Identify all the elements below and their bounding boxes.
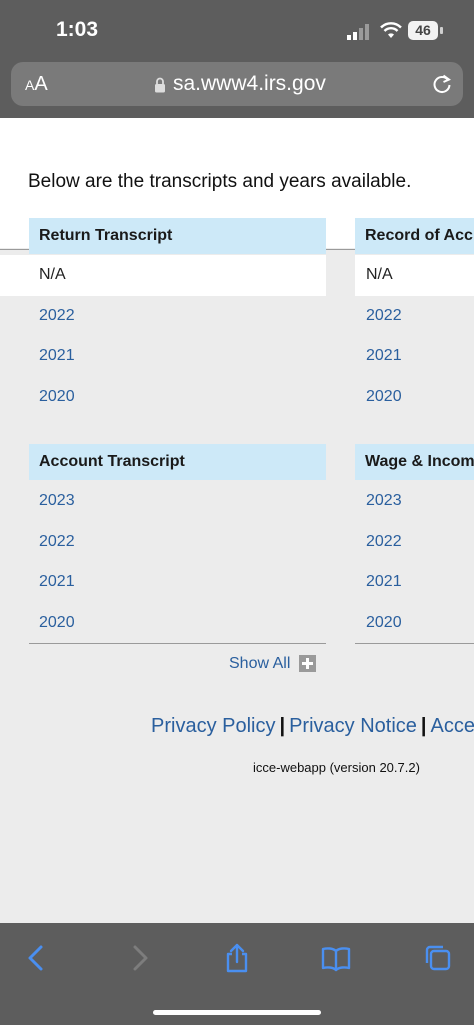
wage-income-row[interactable]: 2022 xyxy=(366,533,402,551)
share-icon[interactable] xyxy=(222,943,252,973)
record-of-account-row[interactable]: 2021 xyxy=(366,347,402,365)
link-separator: | xyxy=(279,715,286,737)
version-text: icce-webapp (version 20.7.2) xyxy=(253,760,420,775)
page-content: Below are the transcripts and years avai… xyxy=(0,118,474,923)
privacy-policy-link[interactable]: Privacy Policy xyxy=(151,715,275,737)
show-all-link[interactable]: Show All xyxy=(229,655,290,673)
tabs-icon[interactable] xyxy=(423,943,453,973)
forward-icon[interactable] xyxy=(124,943,154,973)
reload-icon[interactable] xyxy=(431,73,453,95)
bookmarks-icon[interactable] xyxy=(321,943,351,973)
wage-income-row[interactable]: 2021 xyxy=(366,573,402,591)
record-of-account-row: N/A xyxy=(366,266,393,283)
battery-icon xyxy=(440,27,443,34)
wage-income-row[interactable]: 2023 xyxy=(366,492,402,510)
return-transcript-row[interactable]: 2022 xyxy=(39,307,75,325)
account-transcript-row[interactable]: 2021 xyxy=(39,573,75,591)
divider xyxy=(355,643,474,644)
text-size-button[interactable]: AA xyxy=(25,73,48,96)
account-transcript-header: Account Transcript xyxy=(29,444,326,480)
plus-icon[interactable] xyxy=(299,655,316,672)
return-transcript-row: N/A xyxy=(39,266,66,283)
home-indicator xyxy=(153,1010,321,1015)
browser-toolbar xyxy=(0,923,474,1025)
wage-income-row[interactable]: 2020 xyxy=(366,614,402,632)
lock-icon xyxy=(155,77,165,93)
cellular-signal-icon xyxy=(347,24,369,40)
account-transcript-row[interactable]: 2022 xyxy=(39,533,75,551)
accessibility-link[interactable]: Access xyxy=(431,715,474,737)
record-of-account-header: Record of Acc xyxy=(355,218,474,254)
record-of-account-row[interactable]: 2020 xyxy=(366,388,402,406)
intro-text: Below are the transcripts and years avai… xyxy=(28,171,412,192)
link-separator: | xyxy=(420,715,427,737)
battery-level: 46 xyxy=(408,21,438,40)
return-transcript-row[interactable]: 2021 xyxy=(39,347,75,365)
account-transcript-row[interactable]: 2020 xyxy=(39,614,75,632)
divider xyxy=(29,643,326,644)
wifi-icon xyxy=(380,22,402,38)
url-text[interactable]: sa.www4.irs.gov xyxy=(173,72,326,96)
back-icon[interactable] xyxy=(22,943,52,973)
browser-top-chrome: 1:03 46 AA sa.www4.irs.gov xyxy=(0,0,474,118)
footer-links: Privacy Policy|Privacy Notice|Access xyxy=(151,715,474,738)
url-bar[interactable]: AA sa.www4.irs.gov xyxy=(11,62,463,106)
return-transcript-header: Return Transcript xyxy=(29,218,326,254)
return-transcript-row[interactable]: 2020 xyxy=(39,388,75,406)
record-of-account-row[interactable]: 2022 xyxy=(366,307,402,325)
account-transcript-row[interactable]: 2023 xyxy=(39,492,75,510)
privacy-notice-link[interactable]: Privacy Notice xyxy=(289,715,417,737)
status-time: 1:03 xyxy=(56,18,99,41)
wage-income-header: Wage & Incom xyxy=(355,444,474,480)
